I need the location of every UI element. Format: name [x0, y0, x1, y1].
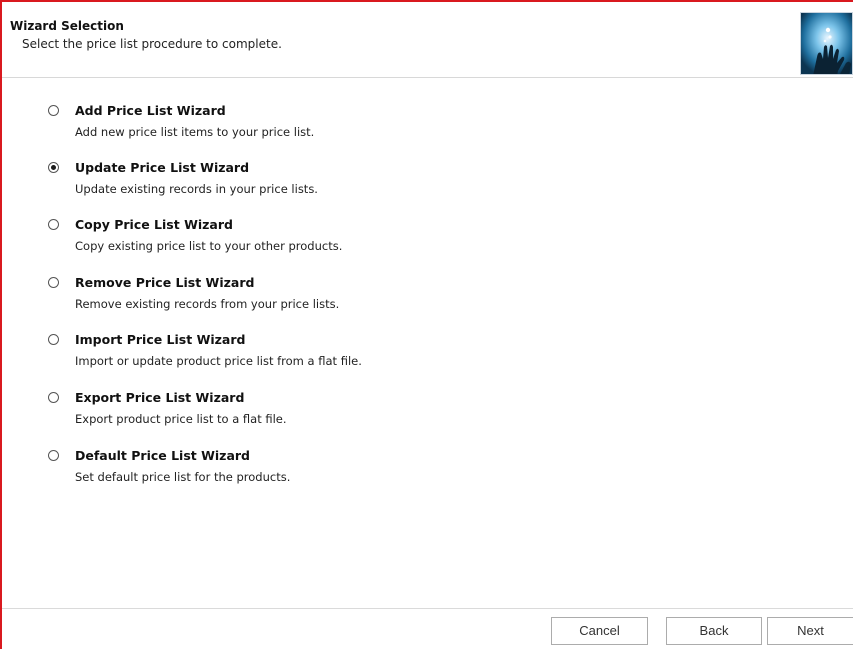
- footer-divider: [2, 608, 853, 609]
- option-description: Import or update product price list from…: [75, 354, 362, 368]
- back-button[interactable]: Back: [666, 617, 762, 645]
- option-description: Set default price list for the products.: [75, 470, 291, 484]
- option-label: Copy Price List Wizard: [75, 217, 233, 232]
- radio-remove-price-list[interactable]: [48, 277, 59, 288]
- option-label: Default Price List Wizard: [75, 448, 250, 463]
- radio-copy-price-list[interactable]: [48, 219, 59, 230]
- option-export-price-list[interactable]: Export Price List Wizard Export product …: [48, 390, 468, 438]
- option-default-price-list[interactable]: Default Price List Wizard Set default pr…: [48, 448, 468, 496]
- option-remove-price-list[interactable]: Remove Price List Wizard Remove existing…: [48, 275, 468, 323]
- wizard-hand-icon: [800, 12, 853, 75]
- next-button[interactable]: Next: [767, 617, 853, 645]
- page-title: Wizard Selection: [10, 19, 124, 33]
- page-subtitle: Select the price list procedure to compl…: [22, 37, 282, 51]
- wizard-header: Wizard Selection Select the price list p…: [2, 2, 853, 78]
- radio-update-price-list[interactable]: [48, 162, 59, 173]
- radio-default-price-list[interactable]: [48, 450, 59, 461]
- option-description: Export product price list to a flat file…: [75, 412, 287, 426]
- radio-add-price-list[interactable]: [48, 105, 59, 116]
- option-label: Import Price List Wizard: [75, 332, 246, 347]
- radio-export-price-list[interactable]: [48, 392, 59, 403]
- option-description: Copy existing price list to your other p…: [75, 239, 343, 253]
- option-label: Export Price List Wizard: [75, 390, 245, 405]
- option-label: Remove Price List Wizard: [75, 275, 255, 290]
- option-copy-price-list[interactable]: Copy Price List Wizard Copy existing pri…: [48, 217, 468, 265]
- wizard-dialog: Wizard Selection Select the price list p…: [0, 0, 853, 649]
- option-add-price-list[interactable]: Add Price List Wizard Add new price list…: [48, 103, 468, 151]
- option-label: Update Price List Wizard: [75, 160, 250, 175]
- option-update-price-list[interactable]: Update Price List Wizard Update existing…: [48, 160, 468, 208]
- option-description: Remove existing records from your price …: [75, 297, 340, 311]
- radio-import-price-list[interactable]: [48, 334, 59, 345]
- cancel-button[interactable]: Cancel: [551, 617, 648, 645]
- option-description: Add new price list items to your price l…: [75, 125, 315, 139]
- option-import-price-list[interactable]: Import Price List Wizard Import or updat…: [48, 332, 468, 380]
- option-description: Update existing records in your price li…: [75, 182, 318, 196]
- option-label: Add Price List Wizard: [75, 103, 226, 118]
